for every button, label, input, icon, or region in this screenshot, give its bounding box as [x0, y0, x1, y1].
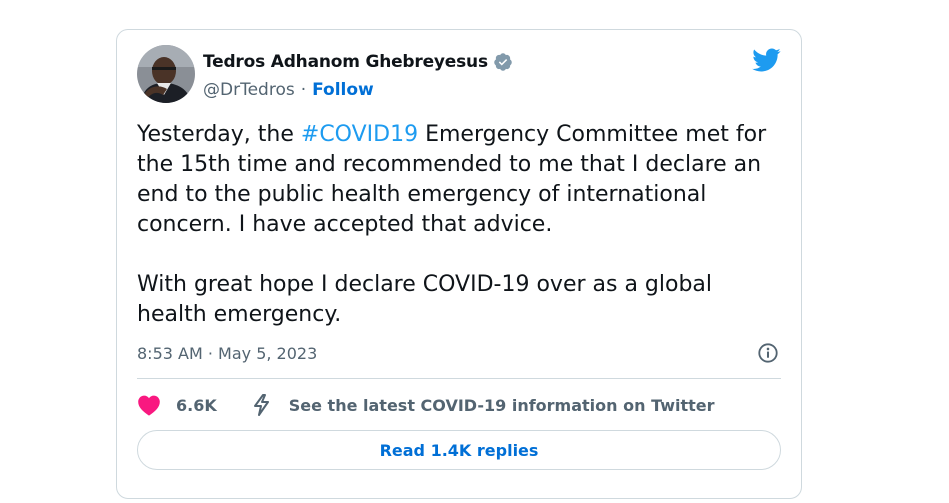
tweet-actions: 6.6K See the latest COVID-19 information…: [137, 392, 715, 418]
tweet-text-p1-start: Yesterday, the: [137, 122, 301, 147]
info-icon[interactable]: [757, 342, 779, 364]
hashtag-link[interactable]: #COVID19: [301, 122, 418, 147]
read-replies-button[interactable]: Read 1.4K replies: [137, 430, 781, 470]
avatar[interactable]: [137, 45, 195, 103]
tweet-card: Tedros Adhanom Ghebreyesus @DrTedros · F…: [116, 29, 802, 499]
follow-button[interactable]: Follow: [312, 80, 374, 100]
covid-info-link[interactable]: See the latest COVID-19 information on T…: [251, 393, 715, 417]
tweet-timestamp[interactable]: 8:53 AM · May 5, 2023: [137, 343, 317, 365]
twitter-bird-icon[interactable]: [751, 47, 781, 73]
like-button[interactable]: 6.6K: [137, 394, 217, 416]
author-handle-row: @DrTedros · Follow: [203, 79, 374, 101]
divider: [137, 378, 781, 379]
tweet-paragraph-1: Yesterday, the #COVID19 Emergency Commit…: [137, 120, 777, 240]
tweet-paragraph-2: With great hope I declare COVID-19 over …: [137, 272, 713, 327]
author-name[interactable]: Tedros Adhanom Ghebreyesus: [203, 52, 488, 72]
lightning-icon: [251, 393, 273, 417]
verified-badge-icon: [493, 52, 513, 72]
covid-info-label: See the latest COVID-19 information on T…: [288, 395, 715, 415]
tweet-text: Yesterday, the #COVID19 Emergency Commit…: [137, 120, 777, 330]
avatar-image: [137, 45, 195, 103]
heart-icon: [137, 394, 161, 416]
author-name-row[interactable]: Tedros Adhanom Ghebreyesus: [203, 51, 513, 73]
handle-separator: ·: [300, 80, 307, 100]
like-count: 6.6K: [176, 395, 217, 415]
author-handle[interactable]: @DrTedros: [203, 80, 295, 100]
